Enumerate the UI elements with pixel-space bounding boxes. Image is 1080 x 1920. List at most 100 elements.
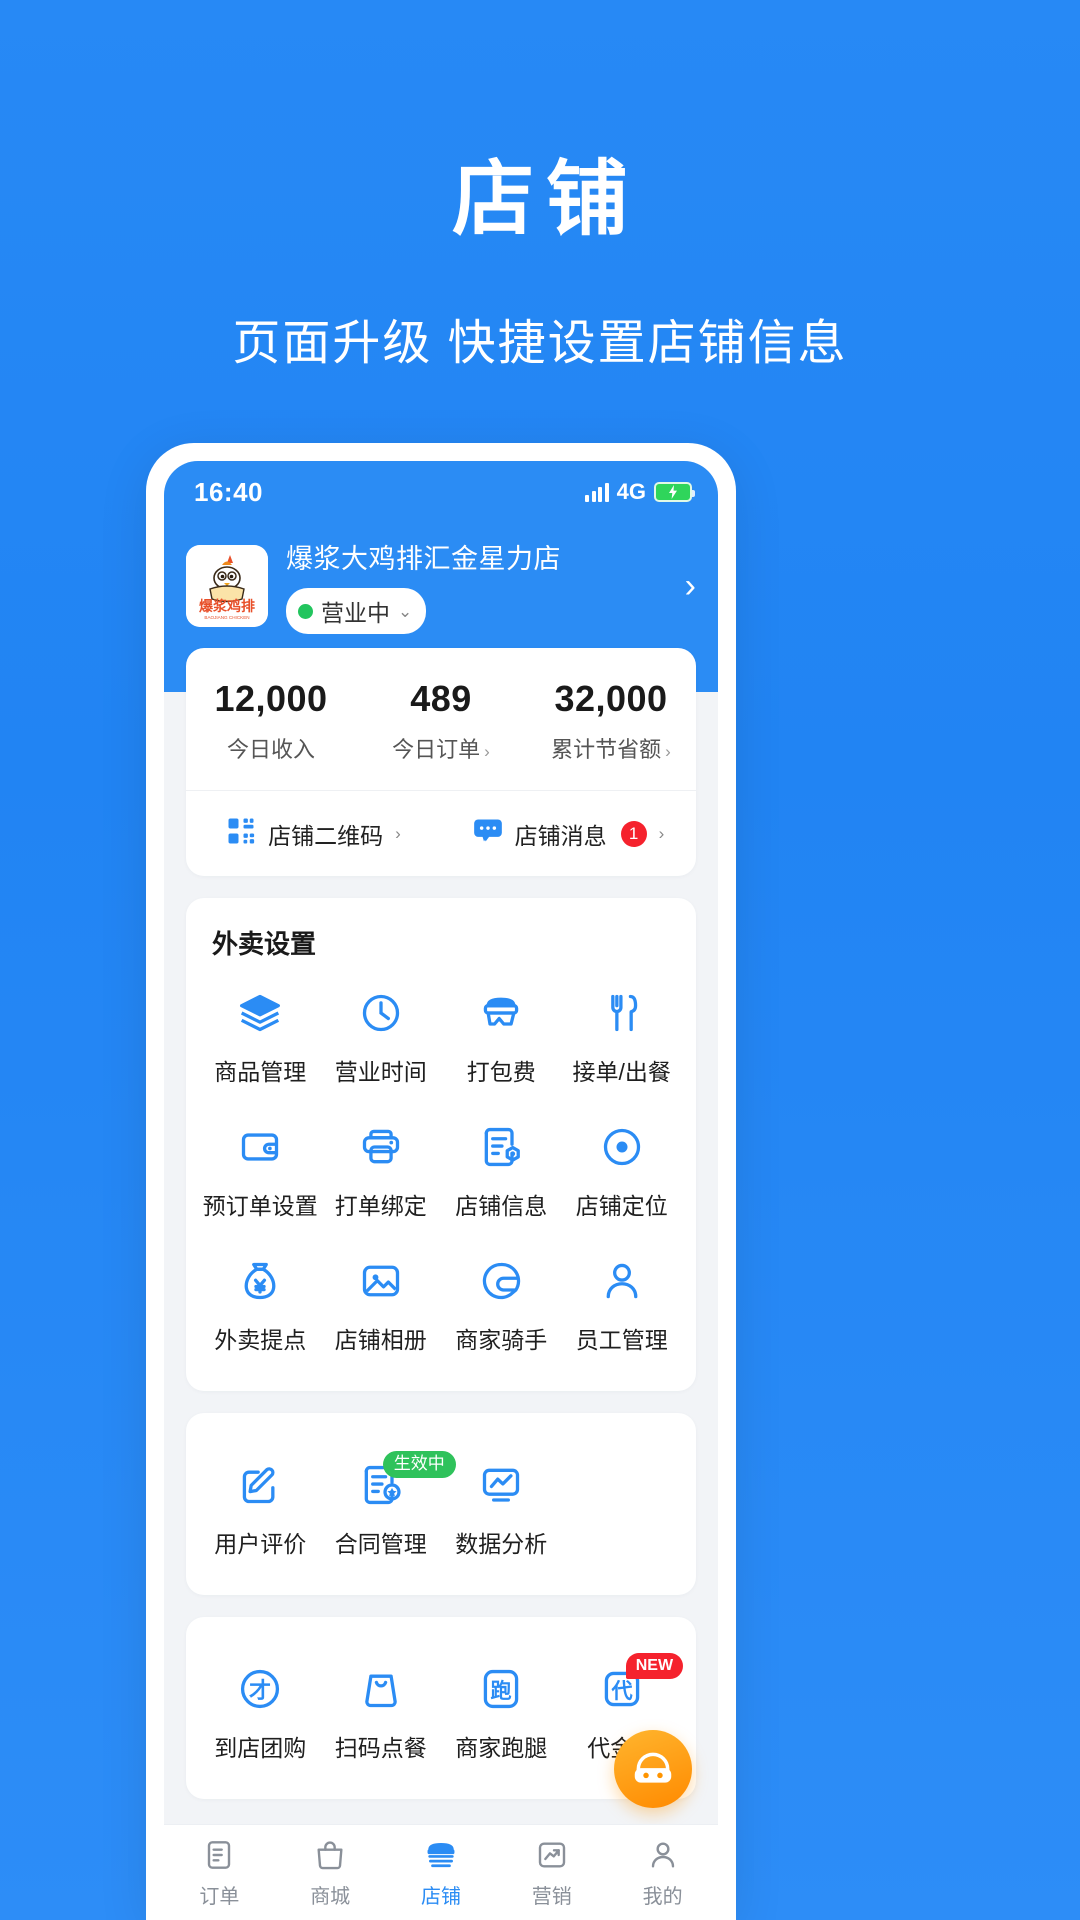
grid-item-preorder-settings[interactable]: 预订单设置 — [200, 1101, 321, 1235]
quick-links-row: 店铺二维码 › 店铺消息 1 › — [186, 790, 696, 876]
grid-item-shop-location[interactable]: 店铺定位 — [562, 1101, 683, 1235]
chevron-right-icon: › — [395, 824, 401, 843]
grid-item-product-management[interactable]: 商品管理 — [200, 967, 321, 1101]
grid-item-takeout-commission[interactable]: 外卖提点 — [200, 1235, 321, 1369]
tab-shop[interactable]: 店铺 — [386, 1836, 497, 1909]
chevron-down-icon: ⌄ — [398, 601, 413, 621]
svg-text:BAOJIANG CHICKEN: BAOJIANG CHICKEN — [204, 615, 249, 620]
operations-grid: 用户评价 生效中 合同管理 数据分析 — [200, 1439, 682, 1573]
voucher-icon: 代 NEW — [564, 1653, 684, 1713]
stat-today-income[interactable]: 12,000 今日收入 — [186, 678, 356, 764]
group-buy-icon: 才 — [202, 1665, 319, 1713]
page-title: 店铺 — [451, 154, 640, 245]
wallet-icon — [202, 1123, 319, 1171]
channels-grid: 才 到店团购 扫码点餐 跑 商家跑腿 代 NEW — [200, 1643, 684, 1777]
grid-item-data-analysis[interactable]: 数据分析 — [441, 1439, 562, 1573]
cutlery-icon — [564, 989, 681, 1037]
shop-messages-link[interactable]: 店铺消息 1 › — [441, 817, 696, 851]
printer-icon — [323, 1123, 440, 1171]
shop-detail-chevron-icon[interactable]: › — [685, 569, 696, 603]
grid-item-label: 商品管理 — [214, 1059, 307, 1085]
shop-bag-icon — [275, 1836, 386, 1874]
status-dot-icon — [298, 603, 313, 619]
grid-item-label: 商家骑手 — [455, 1327, 548, 1353]
tab-label: 订单 — [199, 1886, 240, 1908]
tab-orders[interactable]: 订单 — [164, 1836, 275, 1909]
stat-label: 今日订单 › — [392, 737, 490, 762]
tab-label: 营销 — [531, 1886, 572, 1908]
grid-item-label: 打包费 — [466, 1059, 536, 1085]
photo-icon — [323, 1257, 440, 1305]
grid-item-printer-binding[interactable]: 打单绑定 — [321, 1101, 442, 1235]
grid-item-accept-order[interactable]: 接单/出餐 — [562, 967, 683, 1101]
phone-screen: 16:40 4G 爆浆鸡排 BAOJIANG CHICKEN 爆浆大鸡排汇金星力… — [164, 461, 718, 1920]
qrcode-icon — [226, 816, 256, 851]
grid-item-label: 数据分析 — [455, 1531, 548, 1557]
scan-order-icon — [323, 1665, 440, 1713]
chevron-right-icon: › — [484, 742, 490, 761]
shop-logo: 爆浆鸡排 BAOJIANG CHICKEN — [186, 544, 268, 627]
stat-value: 12,000 — [214, 678, 328, 719]
user-icon — [564, 1257, 681, 1305]
grid-item-label: 预订单设置 — [202, 1193, 318, 1219]
grid-item-label: 扫码点餐 — [334, 1735, 427, 1761]
grid-item-label: 接单/出餐 — [572, 1059, 671, 1085]
section-takeout-settings: 外卖设置 商品管理 营业时间 打包费 接单/出餐 预订单设置 打单绑定 店铺信息… — [186, 898, 696, 1391]
grid-item-label: 用户评价 — [214, 1531, 307, 1557]
tab-label: 商城 — [310, 1886, 351, 1908]
grid-item-label: 到店团购 — [214, 1735, 307, 1761]
stat-total-saved[interactable]: 32,000 累计节省额 › — [526, 678, 696, 764]
grid-item-packaging-fee[interactable]: 打包费 — [441, 967, 562, 1101]
chevron-right-icon: › — [665, 742, 671, 761]
shop-qrcode-link[interactable]: 店铺二维码 › — [186, 816, 441, 851]
grid-item-shop-album[interactable]: 店铺相册 — [321, 1235, 442, 1369]
message-bubble-icon — [473, 818, 503, 849]
svg-text:爆浆鸡排: 爆浆鸡排 — [199, 598, 255, 614]
svg-text:代: 代 — [610, 1679, 632, 1703]
grid-item-business-hours[interactable]: 营业时间 — [321, 967, 442, 1101]
grid-item-label: 店铺定位 — [575, 1193, 668, 1219]
stat-label: 累计节省额 › — [551, 737, 671, 762]
grid-item-user-reviews[interactable]: 用户评价 — [200, 1439, 321, 1573]
grid-item-group-buy[interactable]: 才 到店团购 — [200, 1643, 321, 1777]
signal-bars-icon — [585, 482, 609, 502]
stat-value: 32,000 — [554, 678, 668, 719]
grid-item-staff-management[interactable]: 员工管理 — [562, 1235, 683, 1369]
contract-icon: 生效中 — [323, 1451, 456, 1509]
stat-value: 489 — [410, 678, 472, 719]
stat-today-orders[interactable]: 489 今日订单 › — [356, 678, 526, 764]
grid-item-shop-info[interactable]: 店铺信息 — [441, 1101, 562, 1235]
promo-header: 店铺 页面升级 快捷设置店铺信息 — [0, 0, 1080, 373]
grid-item-label: 外卖提点 — [214, 1327, 307, 1353]
grid-item-merchant-errand[interactable]: 跑 商家跑腿 — [441, 1643, 562, 1777]
shop-status-toggle[interactable]: 营业中 ⌄ — [286, 588, 427, 634]
status-time: 16:40 — [194, 476, 263, 507]
svg-text:才: 才 — [249, 1678, 271, 1703]
stats-card: 12,000 今日收入 489 今日订单 › 32,000 累计节省额 › 店铺… — [186, 648, 696, 876]
location-pin-icon — [564, 1123, 681, 1171]
tab-label: 店铺 — [420, 1886, 461, 1908]
chevron-right-icon: › — [658, 824, 665, 843]
tab-profile[interactable]: 我的 — [607, 1836, 718, 1909]
grid-item-label: 员工管理 — [575, 1327, 668, 1353]
grid-item-contract-management[interactable]: 生效中 合同管理 — [321, 1439, 456, 1573]
profile-icon — [607, 1836, 718, 1874]
scroll-content[interactable]: 爆浆鸡排 BAOJIANG CHICKEN 爆浆大鸡排汇金星力店 营业中 ⌄ ›… — [164, 523, 718, 1824]
quick-link-label: 店铺消息 — [514, 822, 607, 849]
grid-item-merchant-rider[interactable]: 商家骑手 — [441, 1235, 562, 1369]
errand-icon: 跑 — [443, 1665, 560, 1713]
tab-mall[interactable]: 商城 — [275, 1836, 386, 1909]
network-label: 4G — [616, 479, 646, 504]
tab-marketing[interactable]: 营销 — [496, 1836, 607, 1909]
grid-item-label: 合同管理 — [334, 1531, 427, 1557]
grid-item-label: 打单绑定 — [334, 1193, 427, 1219]
shop-meta: 爆浆大鸡排汇金星力店 营业中 ⌄ — [286, 537, 661, 634]
grid-item-scan-order[interactable]: 扫码点餐 — [321, 1643, 442, 1777]
grid-item-label: 营业时间 — [334, 1059, 427, 1085]
edit-square-icon — [202, 1461, 319, 1509]
grid-item-label: 店铺相册 — [334, 1327, 427, 1353]
customer-service-fab[interactable] — [614, 1730, 692, 1808]
order-icon — [164, 1836, 275, 1874]
store-icon — [386, 1836, 497, 1874]
svg-text:跑: 跑 — [491, 1679, 512, 1703]
